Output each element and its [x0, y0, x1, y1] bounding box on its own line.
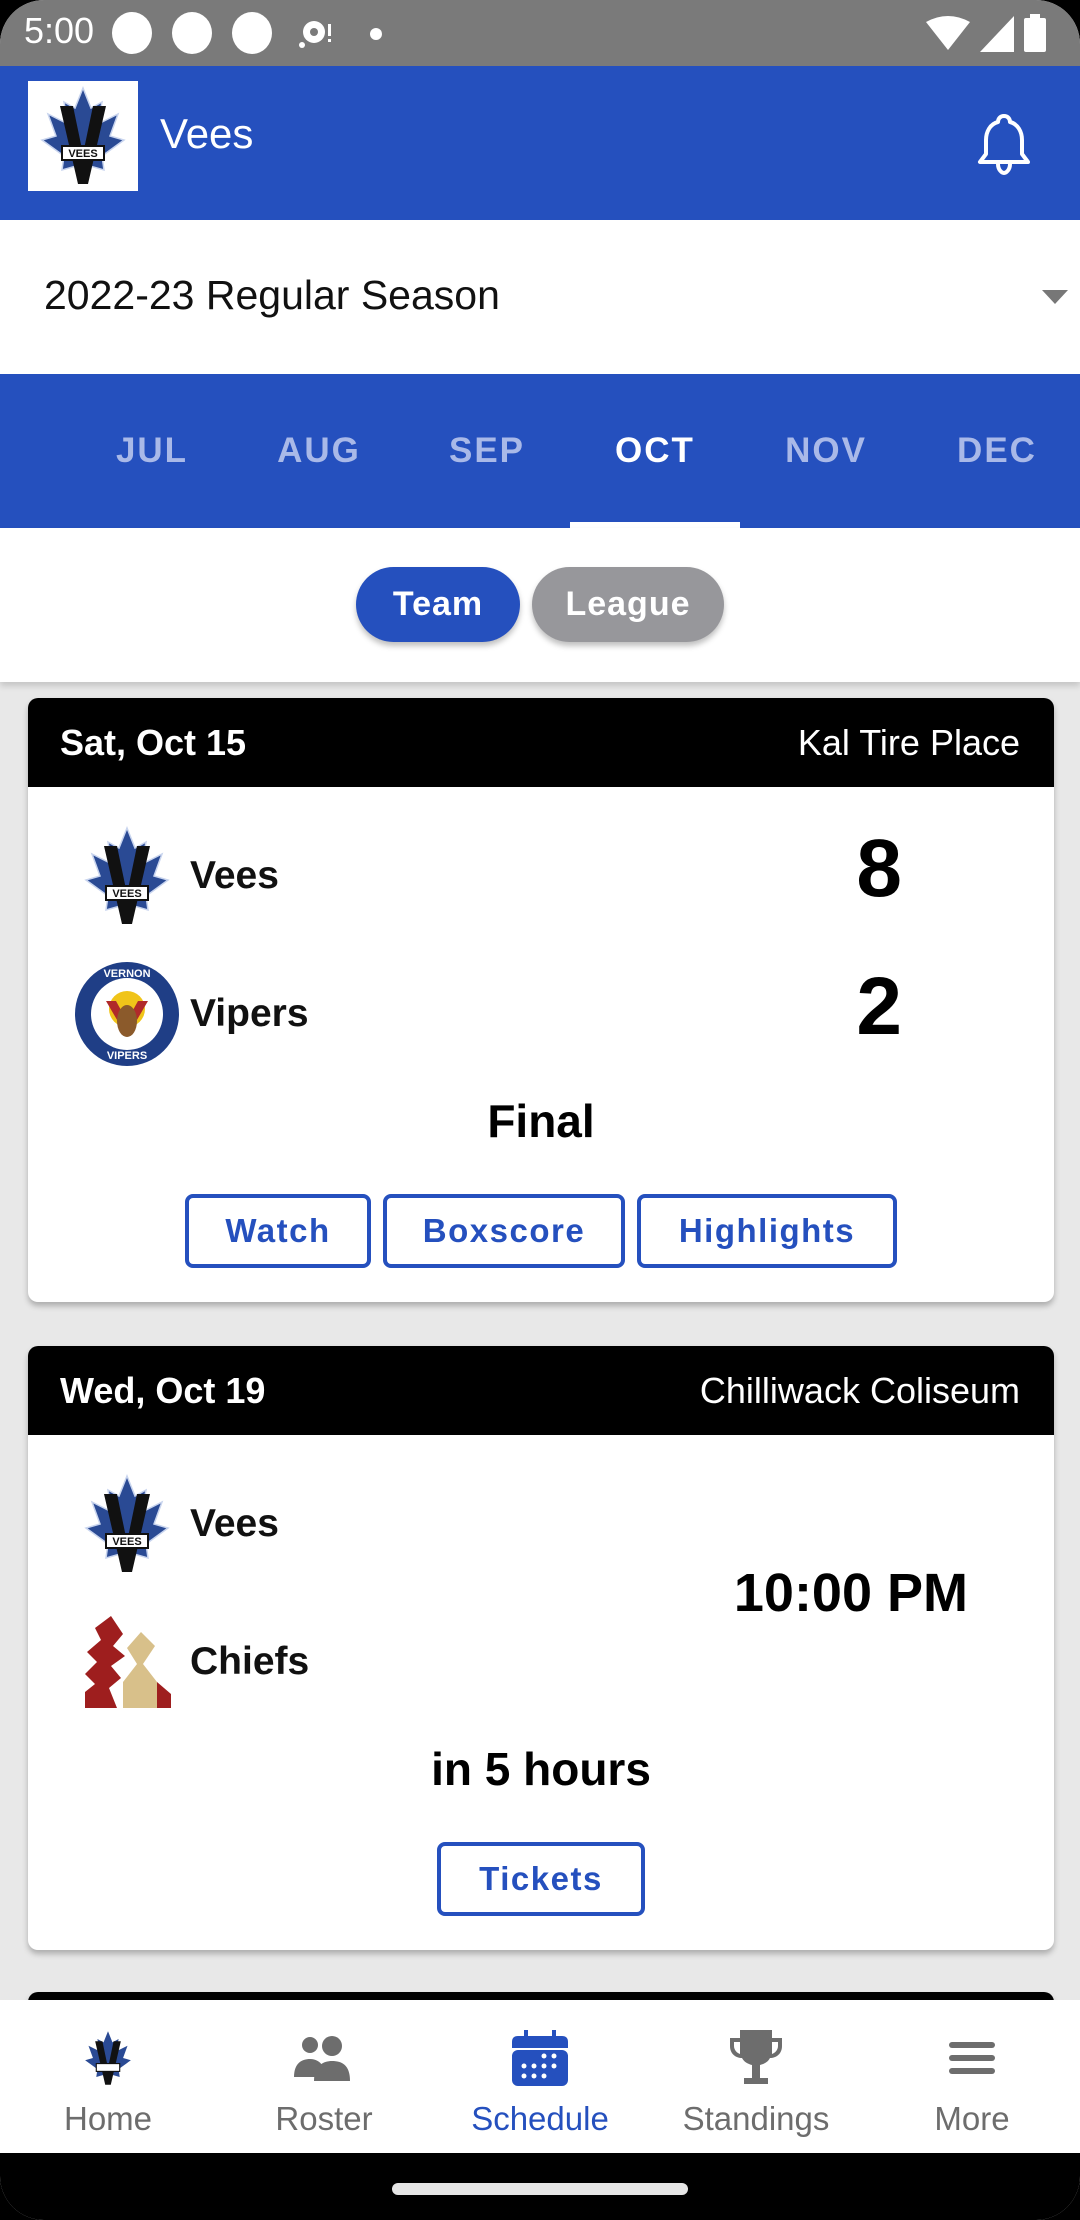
menu-icon	[941, 2028, 1003, 2088]
team-filter-button[interactable]: Team	[356, 567, 520, 642]
people-icon	[293, 2028, 355, 2088]
league-filter-button[interactable]: League	[532, 567, 724, 642]
notification-dot-icon	[232, 12, 272, 54]
svg-text:VEES: VEES	[68, 148, 97, 160]
nav-schedule[interactable]: Schedule	[432, 2000, 648, 2153]
vees-logo-icon: VEES	[72, 1469, 182, 1579]
home-gesture-handle[interactable]	[392, 2183, 688, 2195]
nav-label: Home	[63, 2100, 153, 2137]
vees-logo-icon: VEES	[72, 821, 182, 931]
game-card[interactable]: Wed, Oct 19 Chilliwack Coliseum VEES Vee…	[28, 1346, 1054, 1950]
nav-label: Roster	[275, 2100, 373, 2137]
team-score: 8	[856, 823, 902, 914]
app-bar: VEES Vees	[0, 66, 1080, 220]
system-nav-bar	[0, 2153, 1080, 2220]
nav-label: Schedule	[471, 2100, 609, 2137]
notification-dot-icon	[172, 12, 212, 54]
tab-jul[interactable]: JUL	[67, 374, 237, 528]
svg-text:VERNON: VERNON	[103, 968, 150, 980]
status-icons	[926, 14, 1046, 52]
tickets-button[interactable]: Tickets	[437, 1842, 645, 1916]
vees-logo-icon	[77, 2028, 139, 2088]
dropdown-caret-icon	[1042, 290, 1068, 304]
game-venue: Kal Tire Place	[797, 722, 1020, 763]
tab-aug[interactable]: AUG	[234, 374, 404, 528]
season-selected-value: 2022-23 Regular Season	[44, 272, 500, 318]
calendar-icon	[509, 2028, 571, 2088]
game-card-header: Sat, Oct 15 Kal Tire Place	[28, 698, 1054, 787]
season-selector[interactable]: 2022-23 Regular Season	[0, 220, 1080, 374]
game-actions: Tickets	[28, 1842, 1054, 1916]
svg-text:VEES: VEES	[112, 1536, 141, 1548]
game-date: Sat, Oct 15	[60, 722, 247, 763]
bottom-nav: Home Roster Schedule Standings More	[0, 2000, 1080, 2153]
team-row-home: VEES Vees	[72, 816, 279, 936]
team-row-away: VERNON VIPERS Vipers	[72, 954, 309, 1074]
battery-icon	[1024, 14, 1046, 52]
svg-text:VEES: VEES	[112, 888, 141, 900]
tab-nov[interactable]: NOV	[741, 374, 911, 528]
game-status: Final	[487, 1095, 595, 1147]
notification-dot-icon	[112, 12, 152, 54]
team-score: 2	[856, 961, 902, 1052]
cell-signal-icon	[980, 16, 1014, 52]
month-tabs: JUN JUL AUG SEP OCT NOV DEC	[0, 374, 1080, 528]
nav-home[interactable]: Home	[0, 2000, 216, 2153]
small-dot-icon	[370, 28, 382, 40]
status-time: 5:00	[24, 10, 95, 51]
team-name: Vees	[190, 1502, 279, 1545]
status-bar: 5:00	[0, 0, 1080, 66]
game-card-header: Wed, Oct 19 Chilliwack Coliseum	[28, 1346, 1054, 1435]
game-date: Wed, Oct 19	[60, 1370, 266, 1411]
bell-icon[interactable]	[976, 112, 1032, 176]
team-name: Vees	[190, 854, 279, 897]
tab-dec[interactable]: DEC	[912, 374, 1080, 528]
game-time: 10:00 PM	[733, 1563, 968, 1623]
nav-more[interactable]: More	[864, 2000, 1080, 2153]
boxscore-button[interactable]: Boxscore	[383, 1194, 625, 1268]
schedule-filter: Team League	[0, 528, 1080, 682]
nav-roster[interactable]: Roster	[216, 2000, 432, 2153]
screen: 5:00 VEES Vees 2022-23 Regular Season JU…	[0, 0, 1080, 2220]
wifi-icon	[926, 16, 970, 50]
team-row-away: Chiefs	[72, 1602, 309, 1722]
tab-sep[interactable]: SEP	[402, 374, 572, 528]
game-card[interactable]: Sat, Oct 15 Kal Tire Place VEES Vees 8 V…	[28, 698, 1054, 1302]
nav-label: Standings	[682, 2100, 830, 2137]
nav-label: More	[934, 2100, 1010, 2137]
game-status: in 5 hours	[431, 1743, 651, 1795]
tab-oct[interactable]: OCT	[570, 374, 740, 528]
tab-jun[interactable]: JUN	[0, 374, 25, 528]
svg-text:VIPERS: VIPERS	[107, 1050, 147, 1062]
watch-button[interactable]: Watch	[185, 1194, 371, 1268]
game-actions: Watch Boxscore Highlights	[28, 1194, 1054, 1268]
media-icon	[299, 21, 331, 48]
trophy-icon	[725, 2028, 787, 2088]
team-name: Vipers	[190, 992, 309, 1035]
highlights-button[interactable]: Highlights	[637, 1194, 897, 1268]
team-row-home: VEES Vees	[72, 1464, 279, 1584]
vipers-logo-icon: VERNON VIPERS	[72, 959, 182, 1069]
vees-logo-icon: VEES	[40, 85, 126, 184]
chiefs-logo-icon	[72, 1607, 182, 1717]
game-venue: Chilliwack Coliseum	[699, 1370, 1020, 1411]
team-name: Chiefs	[190, 1640, 310, 1683]
app-title: Vees	[160, 110, 254, 157]
vees-logo: VEES	[28, 81, 138, 191]
nav-standings[interactable]: Standings	[648, 2000, 864, 2153]
